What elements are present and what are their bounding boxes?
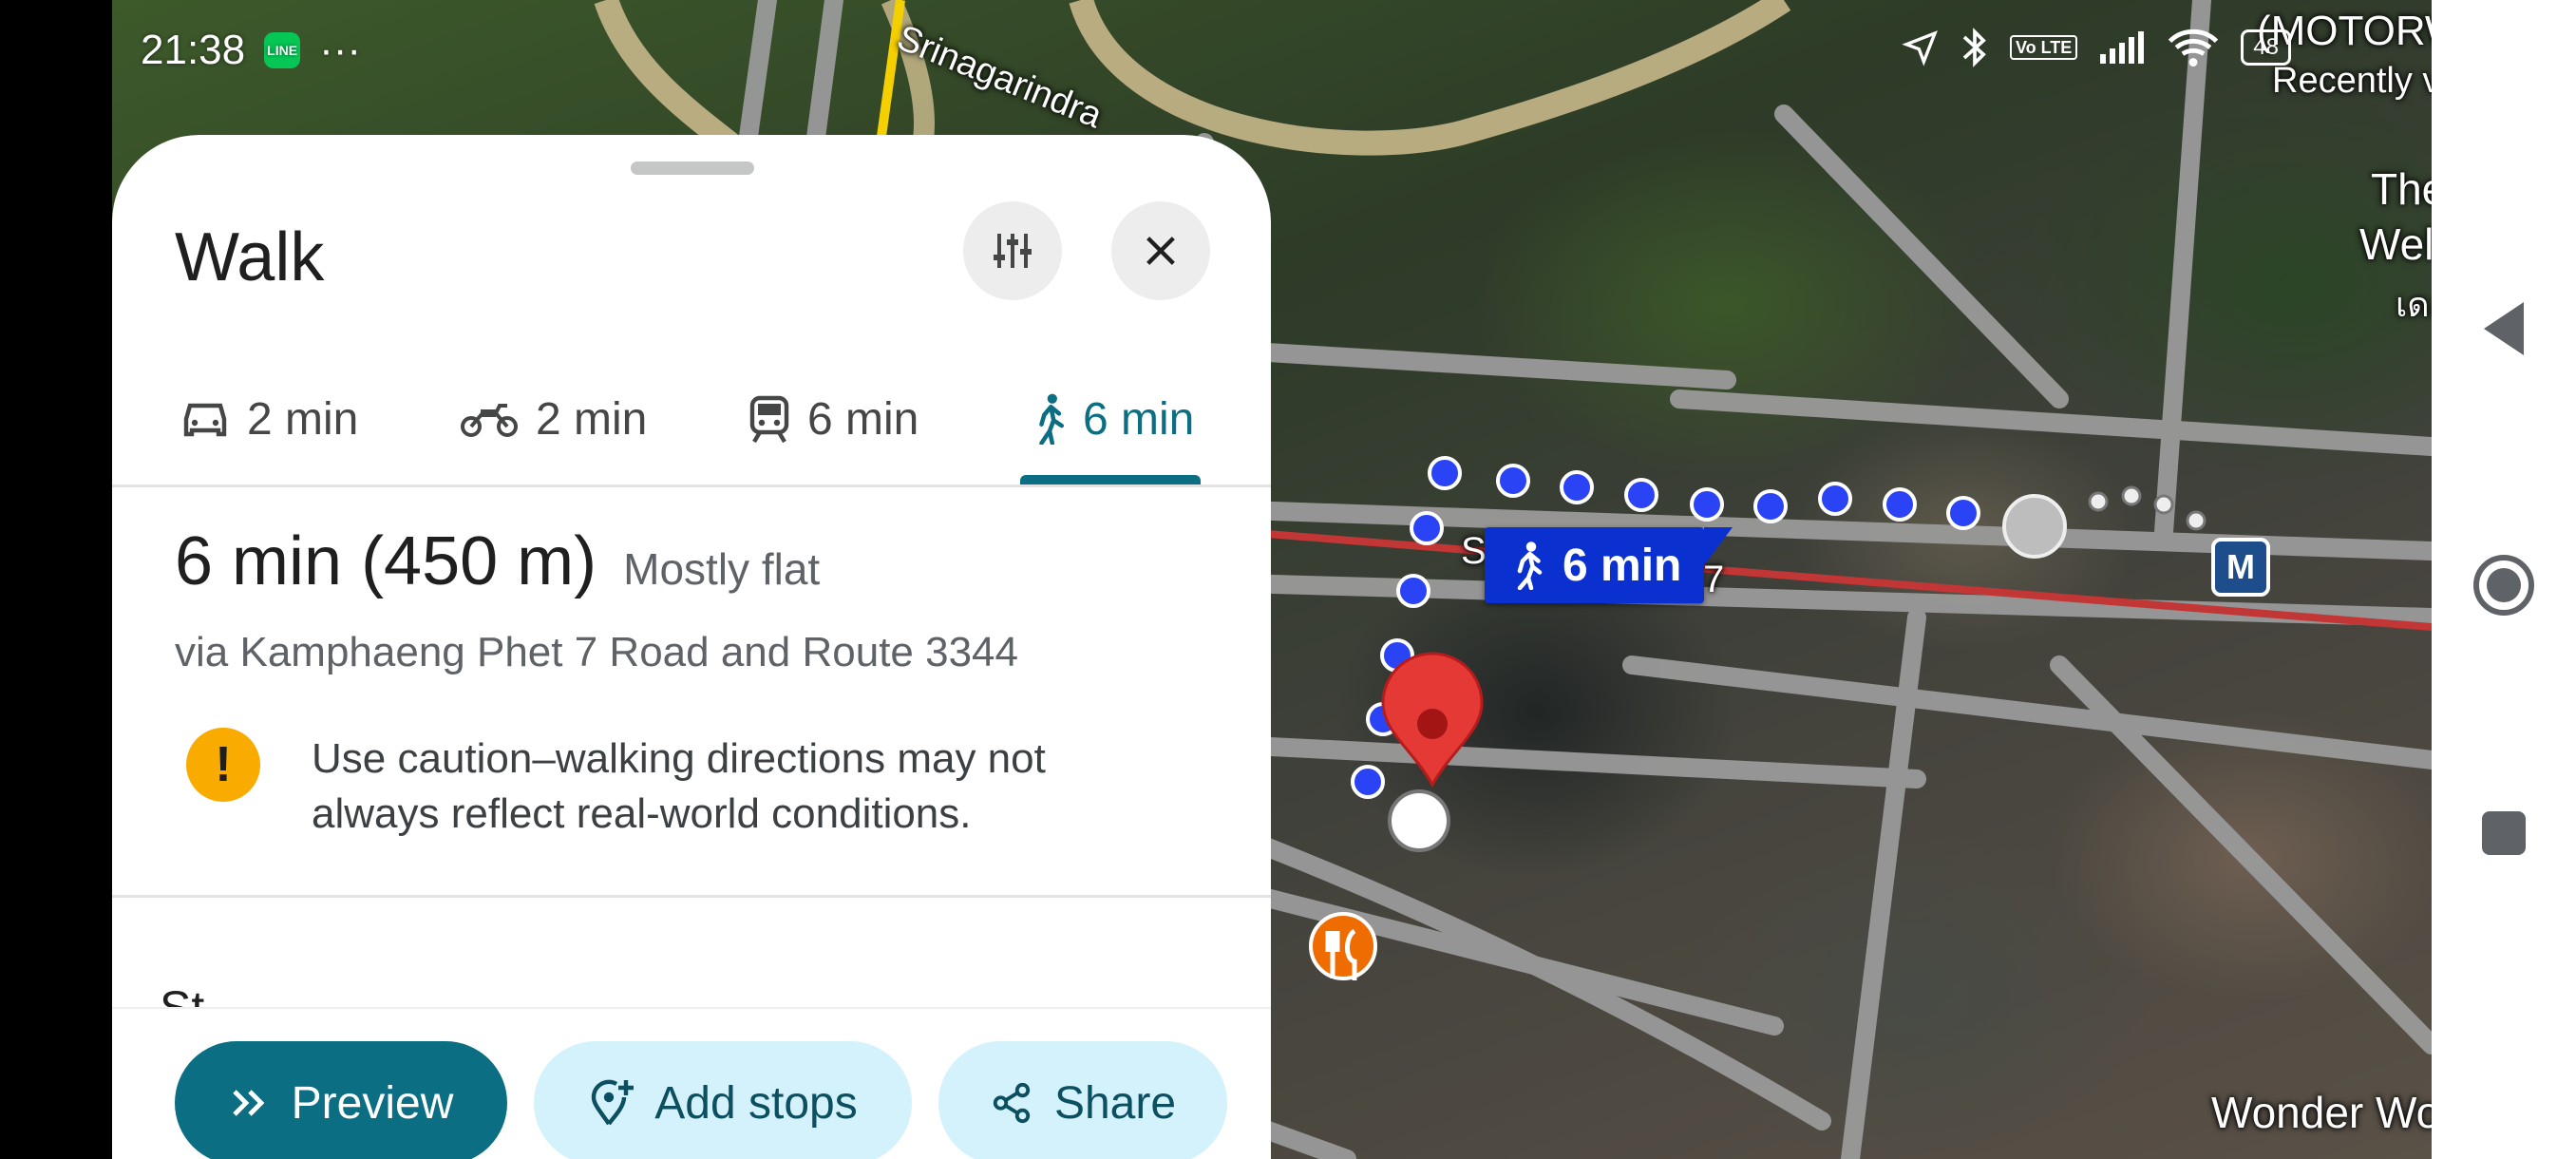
panel-title: Walk	[175, 219, 325, 295]
bluetooth-icon	[1962, 28, 1986, 67]
destination-point	[2002, 494, 2067, 559]
add-stops-label: Add stops	[654, 1077, 858, 1129]
route-duration-chip[interactable]: 6 min	[1485, 527, 1733, 603]
battery-indicator: 48	[2241, 29, 2291, 66]
add-location-icon	[592, 1079, 635, 1126]
share-icon	[993, 1082, 1031, 1124]
preview-button[interactable]: Preview	[175, 1041, 507, 1159]
tab-drive-label: 2 min	[247, 393, 359, 445]
route-terrain: Mostly flat	[623, 544, 821, 594]
map-label-wonder: Wonder Woo	[2211, 1088, 2432, 1137]
tab-transit-label: 6 min	[807, 393, 919, 445]
close-icon	[1146, 237, 1175, 265]
tune-icon	[994, 234, 1032, 268]
transit-icon	[749, 395, 789, 444]
metro-station-badge[interactable]: M	[2211, 538, 2270, 597]
walk-icon	[1039, 393, 1065, 445]
volte-badge: Vo LTE	[2009, 35, 2078, 60]
recents-button[interactable]	[2432, 809, 2576, 857]
map-label-the: The S	[2371, 164, 2432, 214]
share-label: Share	[1053, 1077, 1177, 1129]
travel-mode-tabs: 2 min 2 min 6 min 6 min	[112, 353, 1271, 487]
map-label-recently: Recently v	[2272, 61, 2432, 101]
map-label-road-s: S	[1461, 530, 1487, 572]
add-stops-button[interactable]: Add stops	[534, 1041, 912, 1159]
tab-transit[interactable]: 6 min	[748, 353, 919, 484]
tab-walk-label: 6 min	[1083, 393, 1195, 445]
route-options-button[interactable]	[963, 201, 1062, 300]
motorcycle-icon	[461, 404, 518, 437]
double-chevron-icon	[232, 1090, 265, 1116]
status-time: 21:38	[141, 27, 246, 73]
route-via: via Kamphaeng Phet 7 Road and Route 3344	[175, 629, 1018, 675]
tab-drive[interactable]: 2 min	[180, 353, 358, 484]
home-circle-icon	[2473, 555, 2534, 616]
wifi-icon	[2169, 28, 2219, 66]
map-label-wellness: Welln	[2359, 219, 2432, 269]
walk-icon	[1517, 542, 1543, 590]
signal-icon	[2100, 31, 2145, 64]
car-icon	[183, 403, 227, 437]
warning-icon: !	[186, 728, 260, 802]
active-tab-indicator	[1020, 475, 1201, 484]
caution-message: Use caution–walking directions may not a…	[312, 735, 1046, 837]
tab-motorcycle-label: 2 min	[536, 393, 648, 445]
drag-handle[interactable]	[631, 162, 754, 175]
share-button[interactable]: Share	[938, 1041, 1227, 1159]
section-divider	[112, 895, 1271, 898]
line-app-icon: LINE	[264, 32, 301, 68]
tab-motorcycle[interactable]: 2 min	[460, 353, 647, 484]
status-bar-left: 21:38 LINE ···	[141, 27, 361, 74]
route-time-distance: 6 min (450 m)	[175, 523, 597, 599]
route-chip-label: 6 min	[1563, 540, 1682, 591]
navigation-arrow-icon	[1902, 30, 1938, 66]
tab-walk[interactable]: 6 min	[1033, 353, 1194, 484]
directions-panel: Walk 2 min 2 min 6 min 6 min 6 min (450 …	[112, 135, 1271, 1159]
back-triangle-icon	[2484, 302, 2524, 355]
system-nav-bar	[2432, 0, 2576, 1159]
status-bar-right: Vo LTE 48	[1902, 27, 2291, 68]
home-button[interactable]	[2432, 553, 2576, 618]
map-label-thai: เดอะ	[2396, 285, 2432, 324]
recents-square-icon	[2482, 811, 2526, 855]
origin-point	[1388, 789, 1450, 852]
back-button[interactable]	[2432, 300, 2576, 357]
close-button[interactable]	[1111, 201, 1210, 300]
action-bar: Preview Add stops Share	[112, 1007, 1271, 1159]
preview-label: Preview	[291, 1077, 454, 1129]
status-more-icon: ···	[319, 27, 362, 73]
route-summary: 6 min (450 m) Mostly flat	[175, 522, 820, 600]
